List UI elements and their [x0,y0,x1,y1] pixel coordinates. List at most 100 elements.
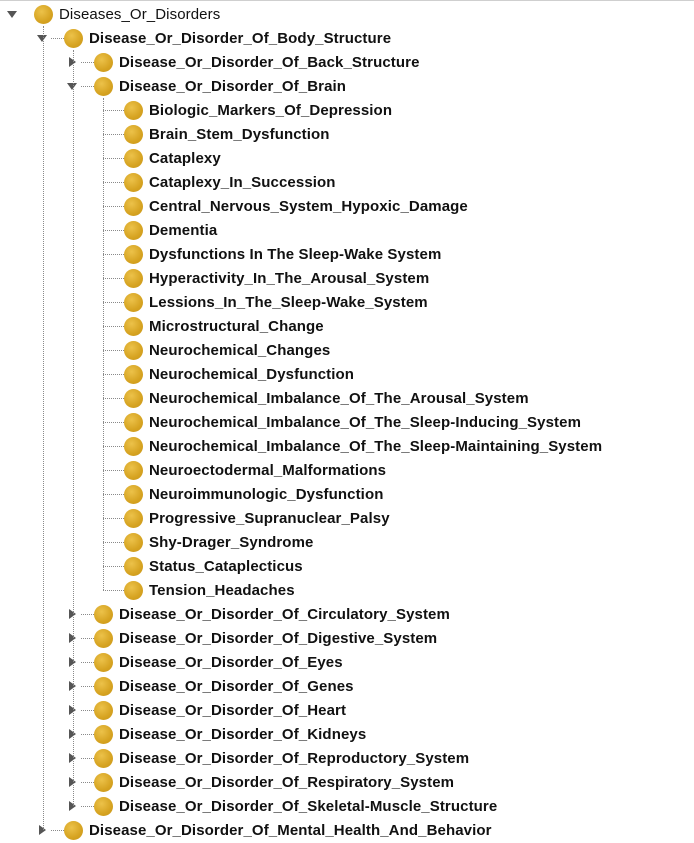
class-icon [124,244,143,264]
tree-connector [81,62,94,63]
tree-node-disease-or-disorder-of-heart[interactable]: Disease_Or_Disorder_Of_Heart [94,698,346,722]
tree-node-disease-or-disorder-of-kidneys[interactable]: Disease_Or_Disorder_Of_Kidneys [94,722,366,746]
tree-node-central-nervous-system-hypoxic-damage[interactable]: Central_Nervous_System_Hypoxic_Damage [124,194,468,218]
class-icon [94,52,113,72]
expand-arrow-icon[interactable] [66,608,78,620]
collapse-arrow-icon[interactable] [6,8,18,20]
class-icon [94,748,113,768]
tree-node-disease-or-disorder-of-back-structure[interactable]: Disease_Or_Disorder_Of_Back_Structure [94,50,420,74]
class-icon [124,556,143,576]
tree-connector [103,302,124,303]
class-icon [94,724,113,744]
tree-connector [103,158,124,159]
tree-node-shy-drager-syndrome[interactable]: Shy-Drager_Syndrome [124,530,313,554]
tree-connector [73,50,74,806]
class-icon [124,220,143,240]
tree-connector [103,446,124,447]
tree-node-dementia[interactable]: Dementia [124,218,217,242]
tree-node-disease-or-disorder-of-circulatory-system[interactable]: Disease_Or_Disorder_Of_Circulatory_Syste… [94,602,450,626]
tree-node-label: Microstructural_Change [149,317,324,335]
tree-connector [103,350,124,351]
tree-node-biologic-markers-of-depression[interactable]: Biologic_Markers_Of_Depression [124,98,392,122]
class-icon [124,292,143,312]
tree-connector [81,782,94,783]
tree-node-label: Biologic_Markers_Of_Depression [149,101,393,119]
tree-node-neuroimmunologic-dysfunction[interactable]: Neuroimmunologic_Dysfunction [124,482,383,506]
tree-node-disease-or-disorder-of-eyes[interactable]: Disease_Or_Disorder_Of_Eyes [94,650,343,674]
tree-node-diseases-or-disorders[interactable]: Diseases_Or_Disorders [34,2,220,26]
tree-node-neuroectodermal-malformations[interactable]: Neuroectodermal_Malformations [124,458,386,482]
expand-arrow-icon[interactable] [66,56,78,68]
expand-arrow-icon[interactable] [66,776,78,788]
class-icon [124,148,143,168]
tree-node-dysfunctions-in-the-sleep-wake-system[interactable]: Dysfunctions In The Sleep-Wake System [124,242,441,266]
class-icon [124,172,143,192]
tree-node-disease-or-disorder-of-digestive-system[interactable]: Disease_Or_Disorder_Of_Digestive_System [94,626,437,650]
class-icon [64,820,83,840]
class-icon [124,196,143,216]
expand-arrow-icon[interactable] [66,704,78,716]
tree-node-disease-or-disorder-of-genes[interactable]: Disease_Or_Disorder_Of_Genes [94,674,354,698]
tree-connector [103,254,124,255]
tree-connector [81,710,94,711]
class-icon [94,676,113,696]
tree-connector [103,230,124,231]
tree-node-lessions-in-the-sleep-wake-system[interactable]: Lessions_In_The_Sleep-Wake_System [124,290,428,314]
tree-node-label: Disease_Or_Disorder_Of_Circulatory_Syste… [119,605,450,623]
tree-node-progressive-supranuclear-palsy[interactable]: Progressive_Supranuclear_Palsy [124,506,390,530]
expand-arrow-icon[interactable] [36,824,48,836]
class-icon [34,4,53,24]
tree-node-label: Progressive_Supranuclear_Palsy [149,509,390,527]
tree-node-label: Central_Nervous_System_Hypoxic_Damage [149,197,468,215]
collapse-arrow-icon[interactable] [36,32,48,44]
class-hierarchy-tree[interactable]: Diseases_Or_Disorders Disease_Or_Disorder… [0,0,694,843]
expand-arrow-icon[interactable] [66,656,78,668]
expand-arrow-icon[interactable] [66,800,78,812]
tree-connector [43,26,44,830]
class-icon [94,76,113,96]
tree-node-neurochemical-changes[interactable]: Neurochemical_Changes [124,338,330,362]
tree-node-disease-or-disorder-of-skeletal-muscle-structure[interactable]: Disease_Or_Disorder_Of_Skeletal-Muscle_S… [94,794,497,818]
tree-node-disease-or-disorder-of-respiratory-system[interactable]: Disease_Or_Disorder_Of_Respiratory_Syste… [94,770,454,794]
tree-connector [103,518,124,519]
expand-arrow-icon[interactable] [66,752,78,764]
tree-node-disease-or-disorder-of-brain[interactable]: Disease_Or_Disorder_Of_Brain [94,74,346,98]
tree-node-cataplexy[interactable]: Cataplexy [124,146,221,170]
tree-node-tension-headaches[interactable]: Tension_Headaches [124,578,295,602]
tree-node-neurochemical-imbalance-of-the-arousal-system[interactable]: Neurochemical_Imbalance_Of_The_Arousal_S… [124,386,529,410]
tree-node-label: Neuroectodermal_Malformations [149,461,387,479]
class-icon [124,316,143,336]
tree-node-neurochemical-dysfunction[interactable]: Neurochemical_Dysfunction [124,362,354,386]
tree-connector [103,206,124,207]
tree-node-microstructural-change[interactable]: Microstructural_Change [124,314,324,338]
expand-arrow-icon[interactable] [66,728,78,740]
class-icon [64,28,83,48]
tree-node-cataplexy-in-succession[interactable]: Cataplexy_In_Succession [124,170,336,194]
class-icon [94,700,113,720]
expand-arrow-icon[interactable] [66,632,78,644]
tree-node-label: Brain_Stem_Dysfunction [149,125,330,143]
tree-connector [103,398,124,399]
tree-connector [81,758,94,759]
tree-node-disease-or-disorder-of-body-structure[interactable]: Disease_Or_Disorder_Of_Body_Structure [64,26,391,50]
expand-arrow-icon[interactable] [66,680,78,692]
tree-connector [103,98,104,590]
tree-node-brain-stem-dysfunction[interactable]: Brain_Stem_Dysfunction [124,122,330,146]
tree-node-neurochemical-imbalance-of-the-sleep-maintaining-system[interactable]: Neurochemical_Imbalance_Of_The_Sleep-Mai… [124,434,602,458]
class-icon [124,532,143,552]
tree-node-label: Disease_Or_Disorder_Of_Reproductory_Syst… [119,749,470,767]
tree-node-label: Shy-Drager_Syndrome [149,533,314,551]
tree-node-label: Neurochemical_Imbalance_Of_The_Arousal_S… [149,389,529,407]
tree-node-label: Diseases_Or_Disorders [59,5,221,23]
tree-node-label: Neurochemical_Dysfunction [149,365,355,383]
tree-node-disease-or-disorder-of-reproductory-system[interactable]: Disease_Or_Disorder_Of_Reproductory_Syst… [94,746,469,770]
tree-node-neurochemical-imbalance-of-the-sleep-inducing-system[interactable]: Neurochemical_Imbalance_Of_The_Sleep-Ind… [124,410,581,434]
tree-node-hyperactivity-in-the-arousal-system[interactable]: Hyperactivity_In_The_Arousal_System [124,266,429,290]
tree-node-status-cataplecticus[interactable]: Status_Cataplecticus [124,554,303,578]
tree-node-label: Cataplexy [149,149,221,167]
tree-node-label: Dementia [149,221,218,239]
tree-node-label: Status_Cataplecticus [149,557,303,575]
tree-node-disease-or-disorder-of-mental-health-and-behavior[interactable]: Disease_Or_Disorder_Of_Mental_Health_And… [64,818,492,842]
collapse-arrow-icon[interactable] [66,80,78,92]
class-icon [124,436,143,456]
